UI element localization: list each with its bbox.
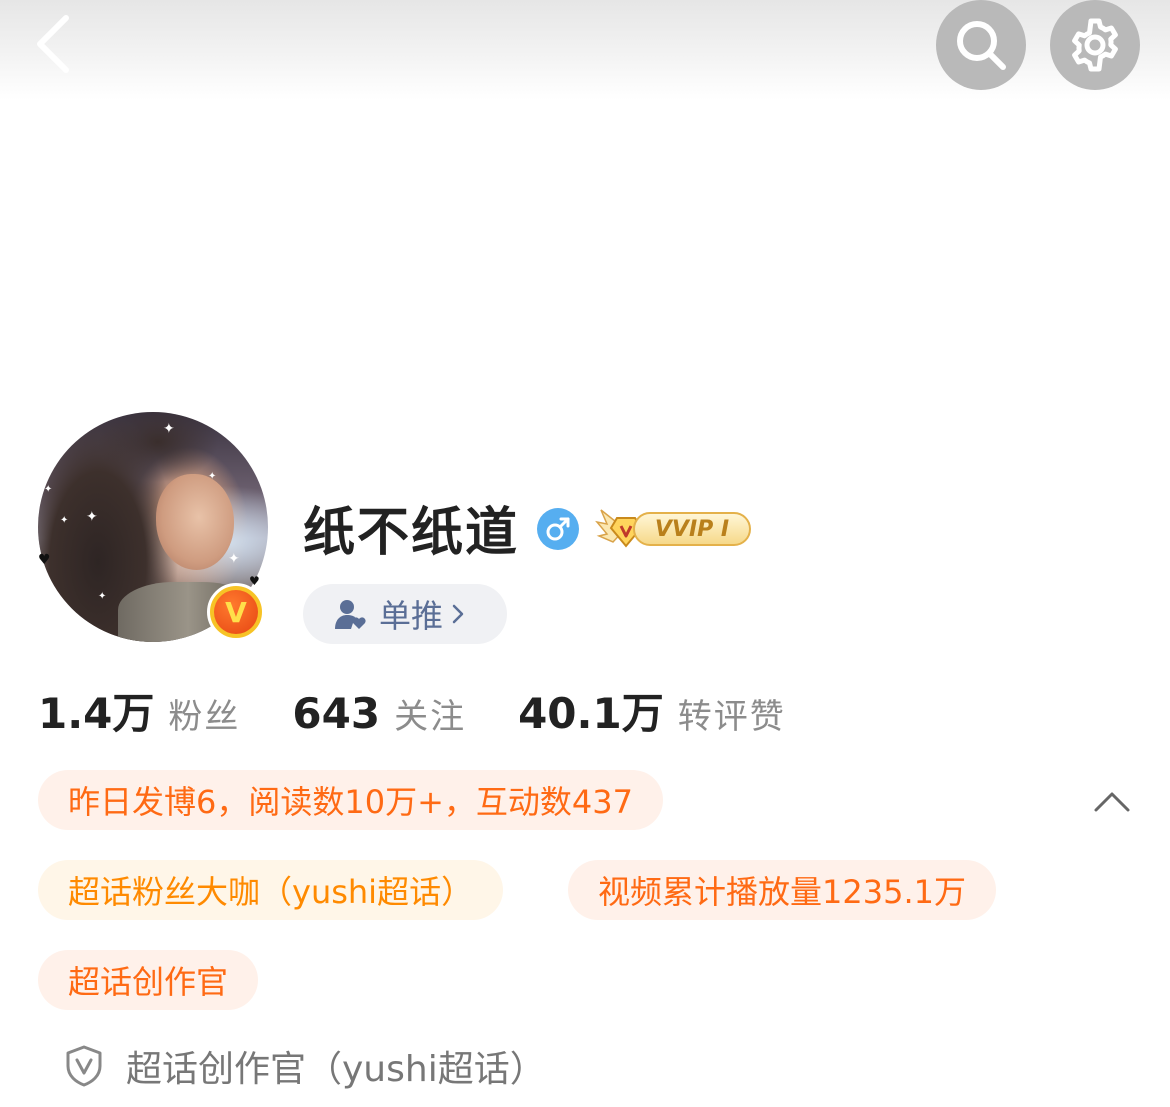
verified-badge: V <box>207 583 265 641</box>
stat-following-value: 643 <box>292 689 381 738</box>
verification-text: 超话创作官（yushi超话） <box>126 1049 546 1090</box>
stat-interactions[interactable]: 40.1万 转评赞 <box>518 680 786 741</box>
top-bar <box>0 0 1170 100</box>
daily-summary-tag[interactable]: 昨日发博6，阅读数10万+，互动数437 <box>38 770 663 830</box>
gender-male-icon <box>537 508 579 550</box>
chevron-left-icon <box>37 15 69 73</box>
gear-icon <box>1072 18 1118 72</box>
chevron-up-icon <box>1094 792 1130 812</box>
chevron-right-icon <box>452 604 464 624</box>
sparkle-icon: ✦ <box>228 551 240 567</box>
username: 纸不纸道 <box>303 503 520 563</box>
collapse-button[interactable] <box>1092 786 1132 816</box>
sparkle-icon: ✦ <box>208 471 217 482</box>
settings-button[interactable] <box>1050 0 1140 90</box>
stat-following[interactable]: 643 关注 <box>292 689 466 738</box>
single-push-label: 单推 <box>379 597 444 635</box>
search-button[interactable] <box>936 0 1026 90</box>
stat-followers-label: 粉丝 <box>168 697 241 737</box>
sparkle-icon: ✦ <box>86 509 98 525</box>
verification-line[interactable]: 超话创作官（yushi超话） <box>64 1036 546 1096</box>
stat-following-label: 关注 <box>394 697 467 737</box>
sparkle-icon: ✦ <box>98 591 107 602</box>
stat-followers[interactable]: 1.4万 粉丝 <box>38 680 240 741</box>
search-icon <box>957 21 1006 70</box>
single-push-button[interactable]: 单推 <box>303 584 507 644</box>
sparkle-icon: ✦ <box>163 421 175 437</box>
profile-page: ✦ ✦ ✦ ✦ ✦ ✦ ♥ ♥ ✦ V 纸不纸道 VVIP Ⅰ 单推 1.4万 … <box>0 0 1170 1107</box>
video-views-tag[interactable]: 视频累计播放量1235.1万 <box>568 860 996 920</box>
verified-v-icon: V <box>214 590 258 634</box>
vvip-badge[interactable]: VVIP Ⅰ <box>593 500 755 556</box>
creator-tag[interactable]: 超话创作官 <box>38 950 259 1010</box>
stat-interactions-value: 40.1万 <box>518 689 664 738</box>
super-fan-tag[interactable]: 超话粉丝大咖（yushi超话） <box>38 860 504 920</box>
shield-v-icon <box>66 1045 102 1087</box>
stat-interactions-label: 转评赞 <box>677 697 786 737</box>
avatar-face <box>156 474 234 570</box>
male-symbol-icon <box>546 517 570 541</box>
stats-row: 1.4万 粉丝 643 关注 40.1万 转评赞 <box>38 680 838 740</box>
user-heart-icon <box>335 600 366 629</box>
back-button[interactable] <box>30 12 80 76</box>
heart-icon: ♥ <box>249 574 260 588</box>
heart-icon: ♥ <box>38 552 51 568</box>
vvip-label: VVIP Ⅰ <box>633 512 751 546</box>
stat-followers-value: 1.4万 <box>38 689 155 738</box>
sparkle-icon: ✦ <box>60 515 69 526</box>
sparkle-icon: ✦ <box>44 484 53 495</box>
